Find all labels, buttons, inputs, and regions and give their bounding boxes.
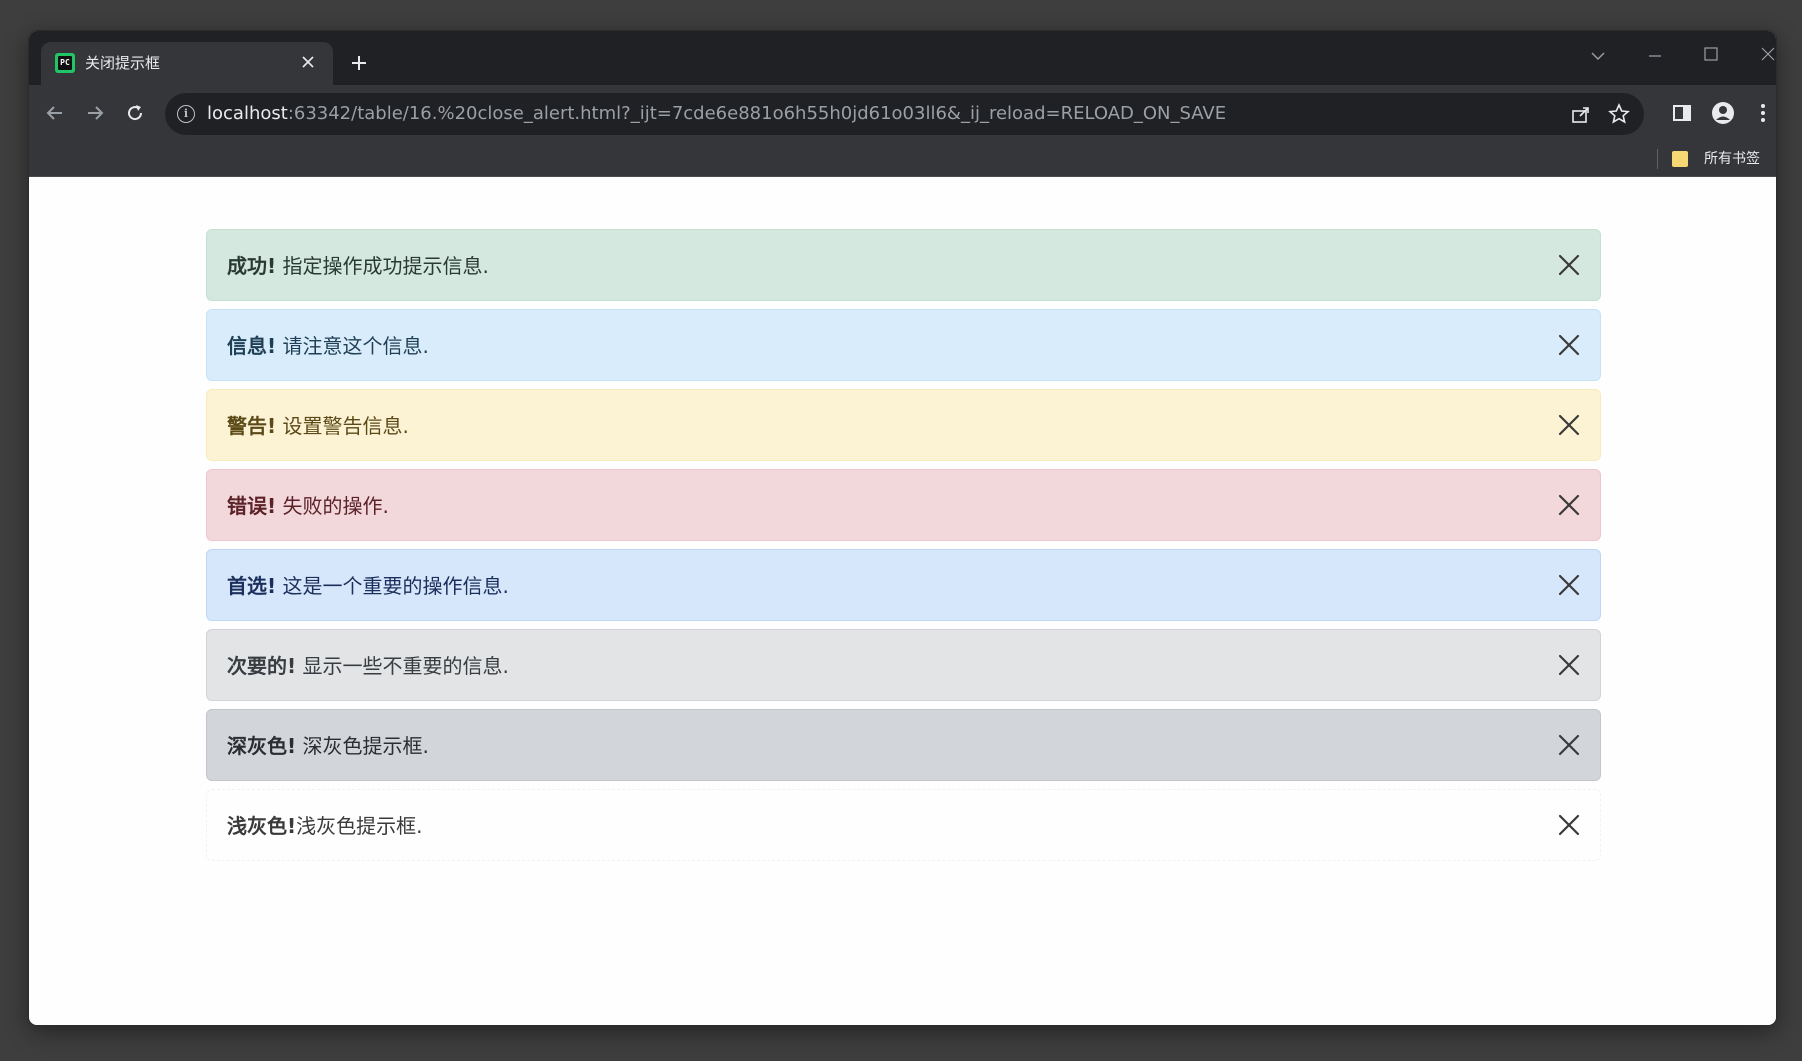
forward-arrow-icon[interactable] xyxy=(81,99,109,127)
address-bar[interactable]: i localhost:63342/table/16.%20close_aler… xyxy=(165,93,1644,135)
alert-light: 浅灰色!浅灰色提示框. xyxy=(206,789,1601,861)
alert-warning: 警告! 设置警告信息. xyxy=(206,389,1601,461)
alert-text: 显示一些不重要的信息. xyxy=(296,654,509,678)
site-info-icon[interactable]: i xyxy=(177,105,195,123)
url-text[interactable]: localhost:63342/table/16.%20close_alert.… xyxy=(207,103,1226,125)
alert-secondary: 次要的! 显示一些不重要的信息. xyxy=(206,629,1601,701)
tab-strip: PC 关闭提示框 xyxy=(29,31,1776,85)
tab-search-chevron-down-icon[interactable] xyxy=(1578,39,1618,73)
close-icon[interactable] xyxy=(1558,334,1582,358)
tab-close-icon[interactable] xyxy=(297,52,319,74)
close-icon[interactable] xyxy=(1558,494,1582,518)
close-icon[interactable] xyxy=(1558,814,1582,838)
tab-title: 关闭提示框 xyxy=(85,54,161,72)
maximize-icon[interactable] xyxy=(1691,39,1731,73)
alert-text: 指定操作成功提示信息. xyxy=(276,254,489,278)
alert-text: 这是一个重要的操作信息. xyxy=(276,574,509,598)
browser-window: PC 关闭提示框 i localhost:63342/table/16.%20c… xyxy=(29,31,1776,1025)
side-panel-icon[interactable] xyxy=(1668,99,1696,127)
close-icon[interactable] xyxy=(1558,734,1582,758)
profile-avatar-icon[interactable] xyxy=(1709,99,1737,127)
close-icon[interactable] xyxy=(1558,254,1582,278)
alert-primary: 首选! 这是一个重要的操作信息. xyxy=(206,549,1601,621)
alert-title: 信息! xyxy=(227,334,277,358)
alert-title: 错误! xyxy=(227,494,277,518)
minimize-icon[interactable] xyxy=(1635,39,1675,73)
bookmark-star-icon[interactable] xyxy=(1608,103,1632,127)
pycharm-favicon-icon: PC xyxy=(55,53,75,73)
alert-title: 警告! xyxy=(227,414,277,438)
alert-title: 次要的! xyxy=(227,654,297,678)
all-bookmarks-button[interactable]: 所有书签 xyxy=(1704,149,1760,169)
alert-dark: 深灰色! 深灰色提示框. xyxy=(206,709,1601,781)
close-icon[interactable] xyxy=(1558,414,1582,438)
browser-toolbar: i localhost:63342/table/16.%20close_aler… xyxy=(29,85,1776,141)
alert-danger: 错误! 失败的操作. xyxy=(206,469,1601,541)
close-icon[interactable] xyxy=(1558,654,1582,678)
alert-text: 浅灰色提示框. xyxy=(296,814,423,838)
bookmarks-divider xyxy=(1657,149,1658,169)
browser-tab[interactable]: PC 关闭提示框 xyxy=(41,42,333,85)
alert-title: 成功! xyxy=(227,254,277,278)
alert-text: 深灰色提示框. xyxy=(296,734,429,758)
alert-text: 请注意这个信息. xyxy=(276,334,429,358)
back-arrow-icon[interactable] xyxy=(41,99,69,127)
alert-title: 深灰色! xyxy=(227,734,297,758)
new-tab-icon[interactable] xyxy=(343,49,375,81)
alert-info: 信息! 请注意这个信息. xyxy=(206,309,1601,381)
share-icon[interactable] xyxy=(1570,103,1594,127)
alert-text: 失败的操作. xyxy=(276,494,389,518)
close-icon[interactable] xyxy=(1558,574,1582,598)
alert-text: 设置警告信息. xyxy=(276,414,409,438)
alert-success: 成功! 指定操作成功提示信息. xyxy=(206,229,1601,301)
reload-icon[interactable] xyxy=(121,99,149,127)
page-content: 成功! 指定操作成功提示信息. 信息! 请注意这个信息. 警告! 设置警告信息.… xyxy=(29,178,1776,1025)
alert-title: 首选! xyxy=(227,574,277,598)
bookmark-folder-icon xyxy=(1672,151,1688,167)
alert-title: 浅灰色! xyxy=(227,814,297,838)
close-window-icon[interactable] xyxy=(1748,39,1776,73)
bookmarks-bar: 所有书签 xyxy=(29,141,1776,177)
more-menu-icon[interactable] xyxy=(1749,99,1776,127)
